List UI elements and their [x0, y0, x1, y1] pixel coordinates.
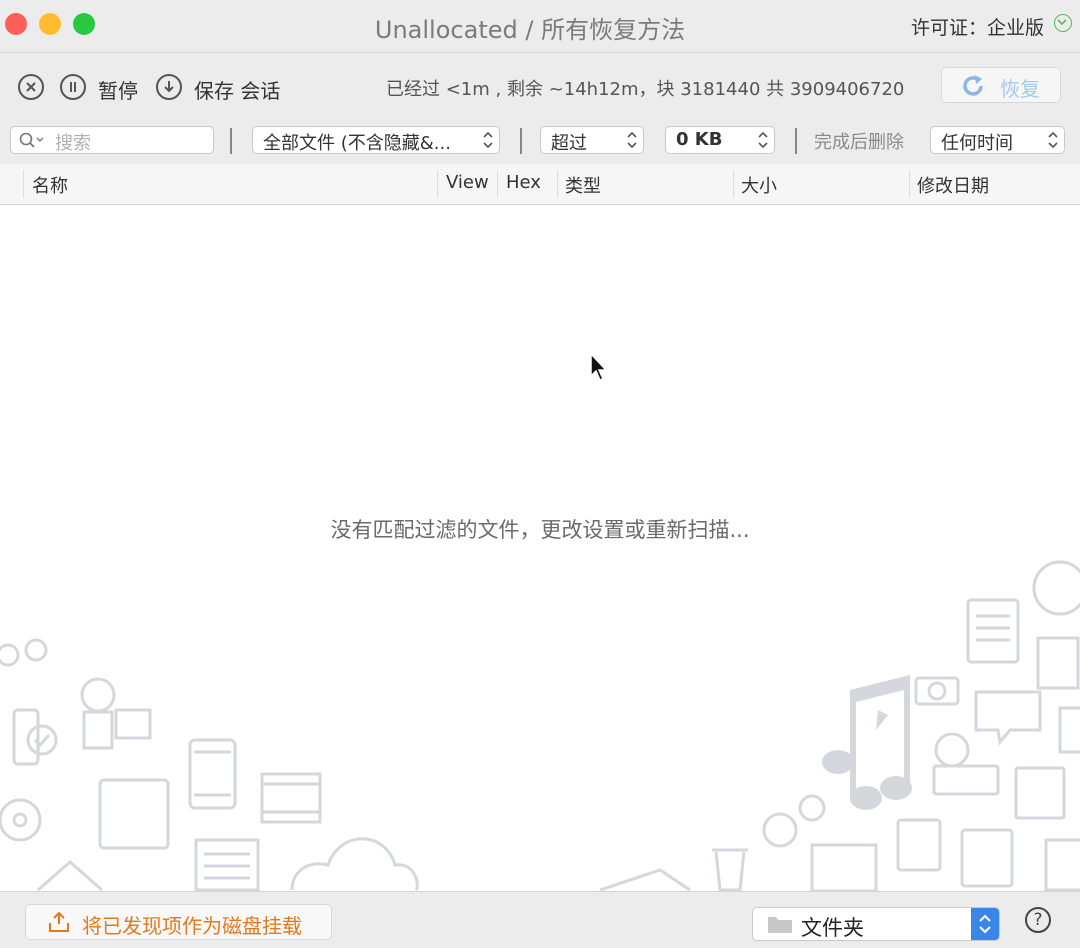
refresh-icon	[963, 75, 983, 96]
column-divider	[437, 170, 438, 198]
stop-button[interactable]	[18, 74, 44, 100]
empty-state-message: 没有匹配过滤的文件，更改设置或重新扫描...	[330, 518, 750, 542]
column-hex[interactable]: Hex	[506, 172, 541, 193]
column-name[interactable]: 名称	[32, 172, 68, 198]
time-filter-value: 任何时间	[941, 133, 1013, 154]
delete-after-checkbox-label[interactable]: 完成后删除	[814, 128, 904, 154]
divider	[520, 128, 522, 154]
mount-as-disk-label: 将已发现项作为磁盘挂载	[82, 914, 302, 938]
title-bar: Unallocated / 所有恢复方法 许可证：企业版	[0, 0, 1080, 52]
disk-upload-icon	[49, 911, 69, 932]
save-session-button[interactable]	[156, 74, 182, 100]
bottom-bar: 将已发现项作为磁盘挂载 文件夹 ?	[0, 891, 1080, 948]
folder-select-arrows[interactable]	[971, 908, 999, 940]
search-icon	[19, 132, 44, 148]
output-folder-select[interactable]: 文件夹	[752, 907, 1000, 941]
column-modified[interactable]: 修改日期	[917, 172, 989, 198]
toolbar: 暂停 保存 会话 已经过 <1m , 剩余 ~14h12m，块 3181440 …	[0, 52, 1080, 119]
column-divider	[557, 170, 558, 198]
column-size[interactable]: 大小	[741, 172, 777, 198]
size-comparison-value: 超过	[551, 133, 587, 154]
chevron-updown-icon	[1048, 131, 1058, 149]
folder-icon	[768, 917, 792, 933]
scan-status: 已经过 <1m , 剩余 ~14h12m，块 3181440 共 3909406…	[386, 79, 905, 100]
filter-bar: 搜索 全部文件 (不含隐藏&... 超过 0 KB 完成后删除 任何时间	[0, 118, 1080, 165]
size-value: 0 KB	[676, 129, 723, 150]
mount-as-disk-button[interactable]: 将已发现项作为磁盘挂载	[25, 904, 332, 940]
chevron-updown-icon	[483, 131, 493, 149]
column-divider	[909, 170, 910, 198]
search-placeholder: 搜索	[55, 133, 91, 154]
recover-label: 恢复	[1000, 77, 1040, 101]
divider	[230, 128, 232, 154]
column-divider	[733, 170, 734, 198]
pause-icon	[70, 82, 76, 92]
column-divider	[497, 170, 498, 198]
license-label[interactable]: 许可证：企业版	[911, 13, 1044, 40]
search-field[interactable]: 搜索	[10, 126, 214, 154]
close-circle-icon	[26, 82, 36, 92]
file-filter-select[interactable]: 全部文件 (不含隐藏&...	[252, 126, 500, 154]
pause-label[interactable]: 暂停	[98, 75, 138, 104]
recover-button[interactable]: 恢复	[941, 67, 1061, 103]
cursor-icon	[590, 353, 608, 381]
size-value-select[interactable]: 0 KB	[665, 126, 775, 154]
help-button[interactable]: ?	[1025, 907, 1051, 933]
license-check-icon[interactable]	[1054, 14, 1072, 32]
column-type[interactable]: 类型	[565, 172, 601, 198]
size-comparison-select[interactable]: 超过	[540, 126, 644, 154]
time-filter-select[interactable]: 任何时间	[930, 126, 1065, 154]
window-title: Unallocated / 所有恢复方法	[374, 16, 686, 44]
chevron-updown-icon	[627, 131, 637, 149]
save-session-label[interactable]: 保存 会话	[194, 75, 280, 104]
help-icon: ?	[1033, 910, 1043, 930]
pause-button[interactable]	[60, 74, 86, 100]
file-filter-value: 全部文件 (不含隐藏&...	[263, 133, 451, 154]
column-divider	[23, 170, 24, 198]
file-types-illustration	[0, 560, 1080, 891]
chevron-updown-icon	[979, 914, 991, 934]
file-list-header: 名称 View Hex 类型 大小 修改日期	[0, 164, 1080, 205]
column-view[interactable]: View	[446, 172, 489, 193]
divider	[795, 128, 797, 154]
chevron-updown-icon	[758, 131, 768, 149]
output-folder-value: 文件夹	[801, 916, 864, 940]
download-icon	[164, 81, 174, 93]
